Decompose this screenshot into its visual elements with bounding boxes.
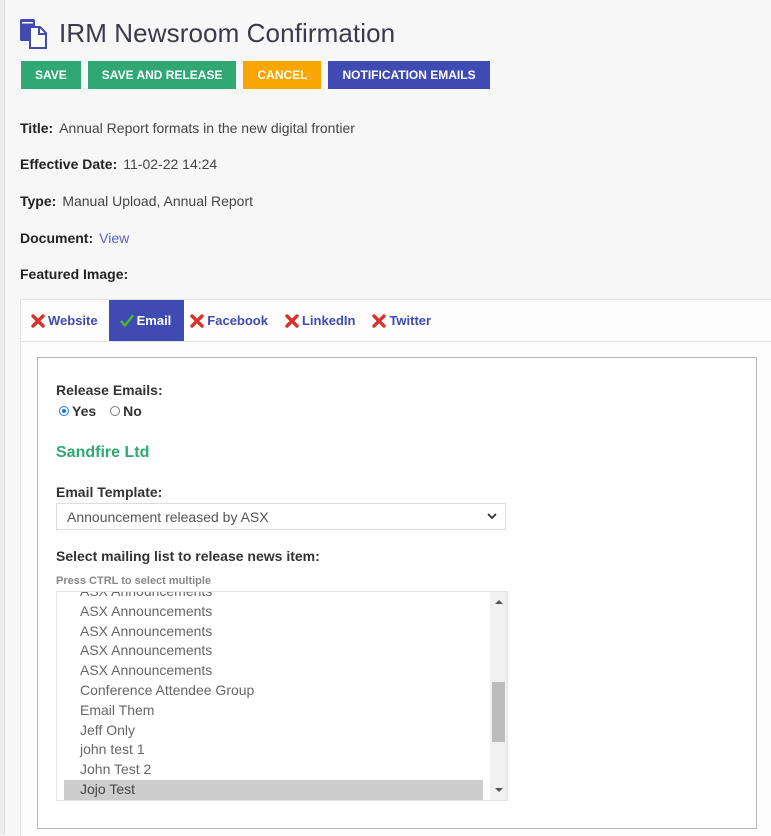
- tab-label: LinkedIn: [301, 313, 356, 328]
- page-title: IRM Newsroom Confirmation: [59, 18, 396, 48]
- release-yes-radio[interactable]: [59, 406, 69, 416]
- release-emails-radio-group: Yes No: [59, 403, 142, 419]
- tab-label: Email: [136, 313, 172, 328]
- save-and-release-button[interactable]: SAVE AND RELEASE: [87, 61, 237, 89]
- mailing-list-option[interactable]: Jojo Test: [64, 779, 483, 800]
- chevron-down-icon: [487, 513, 497, 520]
- mailing-list-option[interactable]: John Test 2: [64, 760, 483, 780]
- scroll-up-arrow-icon[interactable]: [495, 600, 503, 604]
- x-icon: [372, 313, 387, 328]
- release-no-radio[interactable]: [110, 406, 121, 416]
- email-template-label: Email Template:: [56, 484, 163, 500]
- tab-label: Facebook: [207, 313, 268, 328]
- scroll-down-arrow-icon[interactable]: [495, 788, 503, 792]
- release-emails-label: Release Emails:: [56, 382, 163, 398]
- x-icon: [31, 313, 45, 328]
- page-left-edge: [0, 0, 5, 835]
- type-field: Type: Manual Upload, Annual Report: [20, 193, 253, 209]
- mailing-list-option[interactable]: ASX Announcements: [64, 592, 483, 602]
- release-yes-label[interactable]: Yes: [72, 403, 96, 419]
- mailing-list-option[interactable]: Email Them: [64, 701, 483, 721]
- tab-bar: Website Email Facebook LinkedIn Twitter: [21, 300, 771, 342]
- cancel-button[interactable]: CANCEL: [243, 61, 322, 89]
- mailing-list-listbox[interactable]: ASX Announcements ASX Announcements ASX An…: [56, 591, 508, 801]
- effective-date-label: Effective Date:: [20, 156, 118, 172]
- mailing-list-options: ASX Announcements ASX Announcements ASX An…: [64, 592, 483, 800]
- title-field: Title: Annual Report formats in the new d…: [20, 120, 355, 136]
- effective-date-value: 11-02-22 14:24: [123, 156, 218, 172]
- save-button[interactable]: SAVE: [21, 61, 81, 89]
- x-icon: [285, 313, 299, 328]
- page-header: IRM Newsroom Confirmation: [20, 18, 395, 49]
- mailing-list-option[interactable]: Jeff Only: [64, 721, 483, 741]
- featured-image-field: Featured Image:: [20, 266, 134, 282]
- scrollbar-thumb[interactable]: [492, 682, 505, 742]
- type-label: Type:: [20, 193, 57, 209]
- tab-email[interactable]: Email: [108, 300, 185, 341]
- document-label: Document:: [20, 230, 94, 246]
- mailing-list-option[interactable]: ASX Announcements: [64, 661, 483, 681]
- documents-icon: [20, 18, 47, 49]
- mailing-list-option[interactable]: Conference Attendee Group: [64, 681, 483, 701]
- mailing-list-option[interactable]: ASX Announcements: [64, 622, 483, 642]
- tab-label: Twitter: [389, 313, 432, 328]
- checkmark-icon: [119, 314, 134, 327]
- tab-label: Website: [48, 313, 98, 328]
- email-panel: Release Emails: Yes No Sandfire Ltd Emai…: [37, 357, 757, 829]
- toolbar: SAVE SAVE AND RELEASE CANCEL NOTIFICATIO…: [21, 61, 490, 89]
- listbox-scrollbar[interactable]: [490, 592, 507, 800]
- type-value: Manual Upload, Annual Report: [62, 193, 253, 209]
- featured-image-label: Featured Image:: [20, 266, 129, 282]
- release-no-label[interactable]: No: [123, 403, 142, 419]
- notification-emails-button[interactable]: NOTIFICATION EMAILS: [328, 61, 490, 89]
- mailing-list-label: Select mailing list to release news item…: [56, 548, 320, 564]
- document-field: Document: View: [20, 230, 129, 246]
- email-template-value: Announcement released by ASX: [67, 508, 269, 525]
- email-template-select[interactable]: Announcement released by ASX: [56, 503, 506, 530]
- tab-linkedin[interactable]: LinkedIn: [279, 300, 366, 341]
- mailing-list-option[interactable]: john test 1: [64, 740, 483, 760]
- effective-date-field: Effective Date: 11-02-22 14:24: [20, 156, 217, 172]
- tab-twitter[interactable]: Twitter: [366, 300, 442, 341]
- company-name: Sandfire Ltd: [56, 444, 150, 461]
- x-icon: [190, 313, 204, 328]
- title-label: Title:: [20, 120, 54, 136]
- tab-facebook[interactable]: Facebook: [184, 300, 279, 341]
- channel-tabs-container: Website Email Facebook LinkedIn Twitter …: [20, 299, 771, 836]
- mailing-list-option[interactable]: ASX Announcements: [64, 641, 483, 661]
- mailing-list-hint: Press CTRL to select multiple: [56, 575, 212, 587]
- tab-website[interactable]: Website: [25, 300, 109, 341]
- document-view-link[interactable]: View: [99, 230, 129, 246]
- title-value: Annual Report formats in the new digital…: [59, 120, 355, 136]
- mailing-list-option[interactable]: ASX Announcements: [64, 602, 483, 622]
